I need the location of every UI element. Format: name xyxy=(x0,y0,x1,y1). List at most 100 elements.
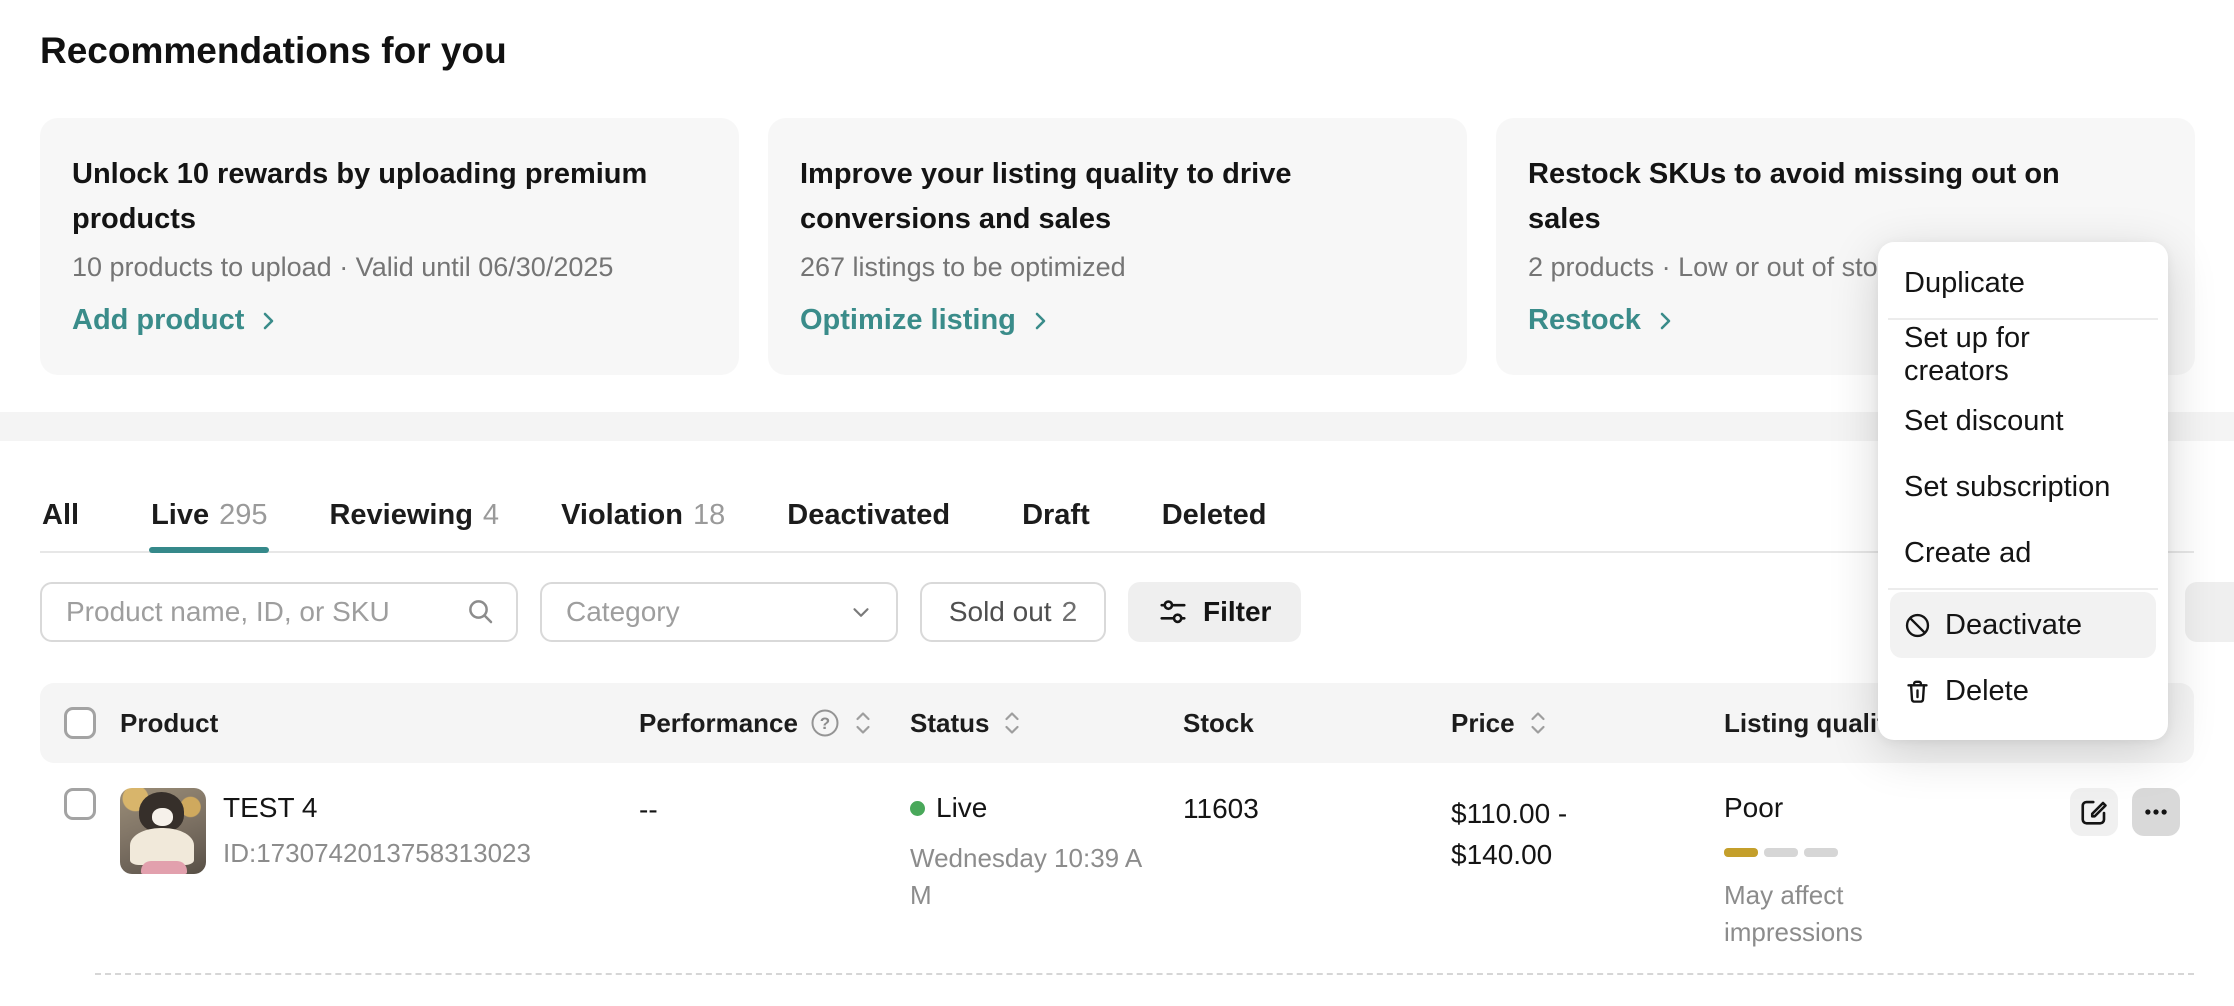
card-subtitle: 267 listings to be optimized xyxy=(800,252,1427,283)
tab-deleted[interactable]: Deleted xyxy=(1160,497,1279,551)
help-icon[interactable]: ? xyxy=(810,708,840,738)
more-ellipsis-icon xyxy=(2141,797,2171,827)
column-label: Listing quality xyxy=(1724,708,1900,739)
recommendation-card-listing-quality: Improve your listing quality to drive co… xyxy=(768,118,1467,375)
card-title: Restock SKUs to avoid missing out on sal… xyxy=(1528,152,2113,242)
menu-item-set-discount[interactable]: Set discount xyxy=(1878,388,2168,454)
quality-meter xyxy=(1724,848,1998,857)
listing-quality-cell: Poor May affect impressions xyxy=(1724,788,1998,951)
chevron-right-icon xyxy=(256,309,280,333)
menu-item-duplicate[interactable]: Duplicate xyxy=(1878,250,2168,316)
performance-cell: -- xyxy=(639,788,910,826)
more-actions-button[interactable] xyxy=(2132,788,2180,836)
tab-label: Deactivated xyxy=(787,499,950,551)
card-title: Unlock 10 rewards by uploading premium p… xyxy=(72,152,657,242)
menu-item-label: Deactivate xyxy=(1945,609,2082,642)
sort-icon[interactable] xyxy=(852,710,874,736)
chevron-down-icon xyxy=(848,599,874,625)
product-name[interactable]: TEST 4 xyxy=(223,792,531,824)
recommendation-card-rewards: Unlock 10 rewards by uploading premium p… xyxy=(40,118,739,375)
category-placeholder: Category xyxy=(566,596,680,628)
optimize-listing-label: Optimize listing xyxy=(800,304,1016,337)
menu-item-delete[interactable]: Delete xyxy=(1878,658,2168,724)
column-product: Product xyxy=(120,708,639,739)
column-performance: Performance ? xyxy=(639,708,910,739)
column-label: Price xyxy=(1451,708,1515,739)
product-cell: TEST 4 ID:1730742013758313023 xyxy=(120,788,639,874)
category-select[interactable]: Category xyxy=(540,582,898,642)
tab-reviewing[interactable]: Reviewing 4 xyxy=(327,497,501,551)
optimize-listing-link[interactable]: Optimize listing xyxy=(800,304,1427,337)
product-text: TEST 4 ID:1730742013758313023 xyxy=(223,788,531,874)
trash-icon xyxy=(1904,678,1931,705)
row-checkbox[interactable] xyxy=(64,788,96,820)
restock-label: Restock xyxy=(1528,304,1641,337)
stock-cell: 11603 xyxy=(1183,788,1451,825)
tab-all[interactable]: All xyxy=(40,497,91,551)
quality-note: May affect impressions xyxy=(1724,877,1998,951)
add-product-link[interactable]: Add product xyxy=(72,304,699,337)
product-id: ID:1730742013758313023 xyxy=(223,838,531,869)
select-all-checkbox[interactable] xyxy=(64,707,96,739)
products-table: Product Performance ? Status Stock xyxy=(40,683,2194,975)
tab-deactivated[interactable]: Deactivated xyxy=(785,497,962,551)
quality-segment-filled xyxy=(1724,848,1758,857)
edit-product-button[interactable] xyxy=(2070,788,2118,836)
product-thumbnail[interactable] xyxy=(120,788,206,874)
search-icon xyxy=(466,597,496,627)
sort-icon[interactable] xyxy=(1527,710,1549,736)
menu-item-set-up-for-creators[interactable]: Set up for creators xyxy=(1878,322,2168,388)
search-input[interactable] xyxy=(66,596,436,628)
column-stock: Stock xyxy=(1183,708,1451,739)
seller-products-page: Recommendations for you Unlock 10 reward… xyxy=(0,0,2234,1006)
menu-divider xyxy=(1888,318,2158,320)
price-cell: $110.00 - $140.00 xyxy=(1451,788,1724,875)
svg-text:?: ? xyxy=(820,714,830,733)
status-tabs: All Live 295 Reviewing 4 Violation 18 De… xyxy=(40,497,2194,553)
filter-toolbar: Category Sold out 2 Filter xyxy=(40,582,1301,642)
quality-segment-empty xyxy=(1764,848,1798,857)
tab-label: Violation xyxy=(561,499,683,551)
thumbnail-art-skirt xyxy=(141,861,187,874)
menu-item-set-subscription[interactable]: Set subscription xyxy=(1878,454,2168,520)
menu-item-create-ad[interactable]: Create ad xyxy=(1878,520,2168,586)
status-timestamp-line: M xyxy=(910,877,1183,914)
row-actions-context-menu: Duplicate Set up for creators Set discou… xyxy=(1878,242,2168,740)
column-label: Performance xyxy=(639,708,798,739)
card-title: Improve your listing quality to drive co… xyxy=(800,152,1385,242)
sold-out-label: Sold out xyxy=(949,596,1052,628)
sold-out-filter-button[interactable]: Sold out 2 xyxy=(920,582,1106,642)
tab-draft[interactable]: Draft xyxy=(1020,497,1102,551)
quality-note-line: May affect xyxy=(1724,877,1998,914)
quality-note-line: impressions xyxy=(1724,914,1998,951)
partially-hidden-toolbar-button[interactable] xyxy=(2185,582,2234,642)
tab-label: Reviewing xyxy=(329,499,472,551)
sort-icon[interactable] xyxy=(1001,710,1023,736)
live-status-dot-icon xyxy=(910,801,925,816)
search-box xyxy=(40,582,518,642)
tab-count: 4 xyxy=(483,499,499,551)
menu-item-deactivate[interactable]: Deactivate xyxy=(1890,592,2156,658)
status-timestamp: Wednesday 10:39 A M xyxy=(910,840,1183,914)
ban-icon xyxy=(1904,612,1931,639)
thumbnail-art-face-mask xyxy=(152,808,174,826)
status-cell: Live Wednesday 10:39 A M xyxy=(910,788,1183,914)
tab-label: Deleted xyxy=(1162,499,1267,551)
price-line: $110.00 - xyxy=(1451,793,1724,834)
tab-violation[interactable]: Violation 18 xyxy=(559,497,727,551)
tab-live[interactable]: Live 295 xyxy=(149,497,269,551)
filter-button[interactable]: Filter xyxy=(1128,582,1301,642)
filter-label: Filter xyxy=(1203,596,1271,628)
column-label: Status xyxy=(910,708,989,739)
tab-count: 295 xyxy=(219,499,267,551)
menu-item-label: Delete xyxy=(1945,675,2029,708)
sold-out-count: 2 xyxy=(1062,596,1078,628)
recommendation-cards: Unlock 10 rewards by uploading premium p… xyxy=(40,118,2195,375)
add-product-label: Add product xyxy=(72,304,244,337)
chevron-right-icon xyxy=(1653,309,1677,333)
column-label: Product xyxy=(120,708,218,739)
card-subtitle: 10 products to upload · Valid until 06/3… xyxy=(72,252,699,283)
filter-icon xyxy=(1158,597,1188,627)
status-value: Live xyxy=(936,792,987,824)
tab-label: Live xyxy=(151,499,209,551)
